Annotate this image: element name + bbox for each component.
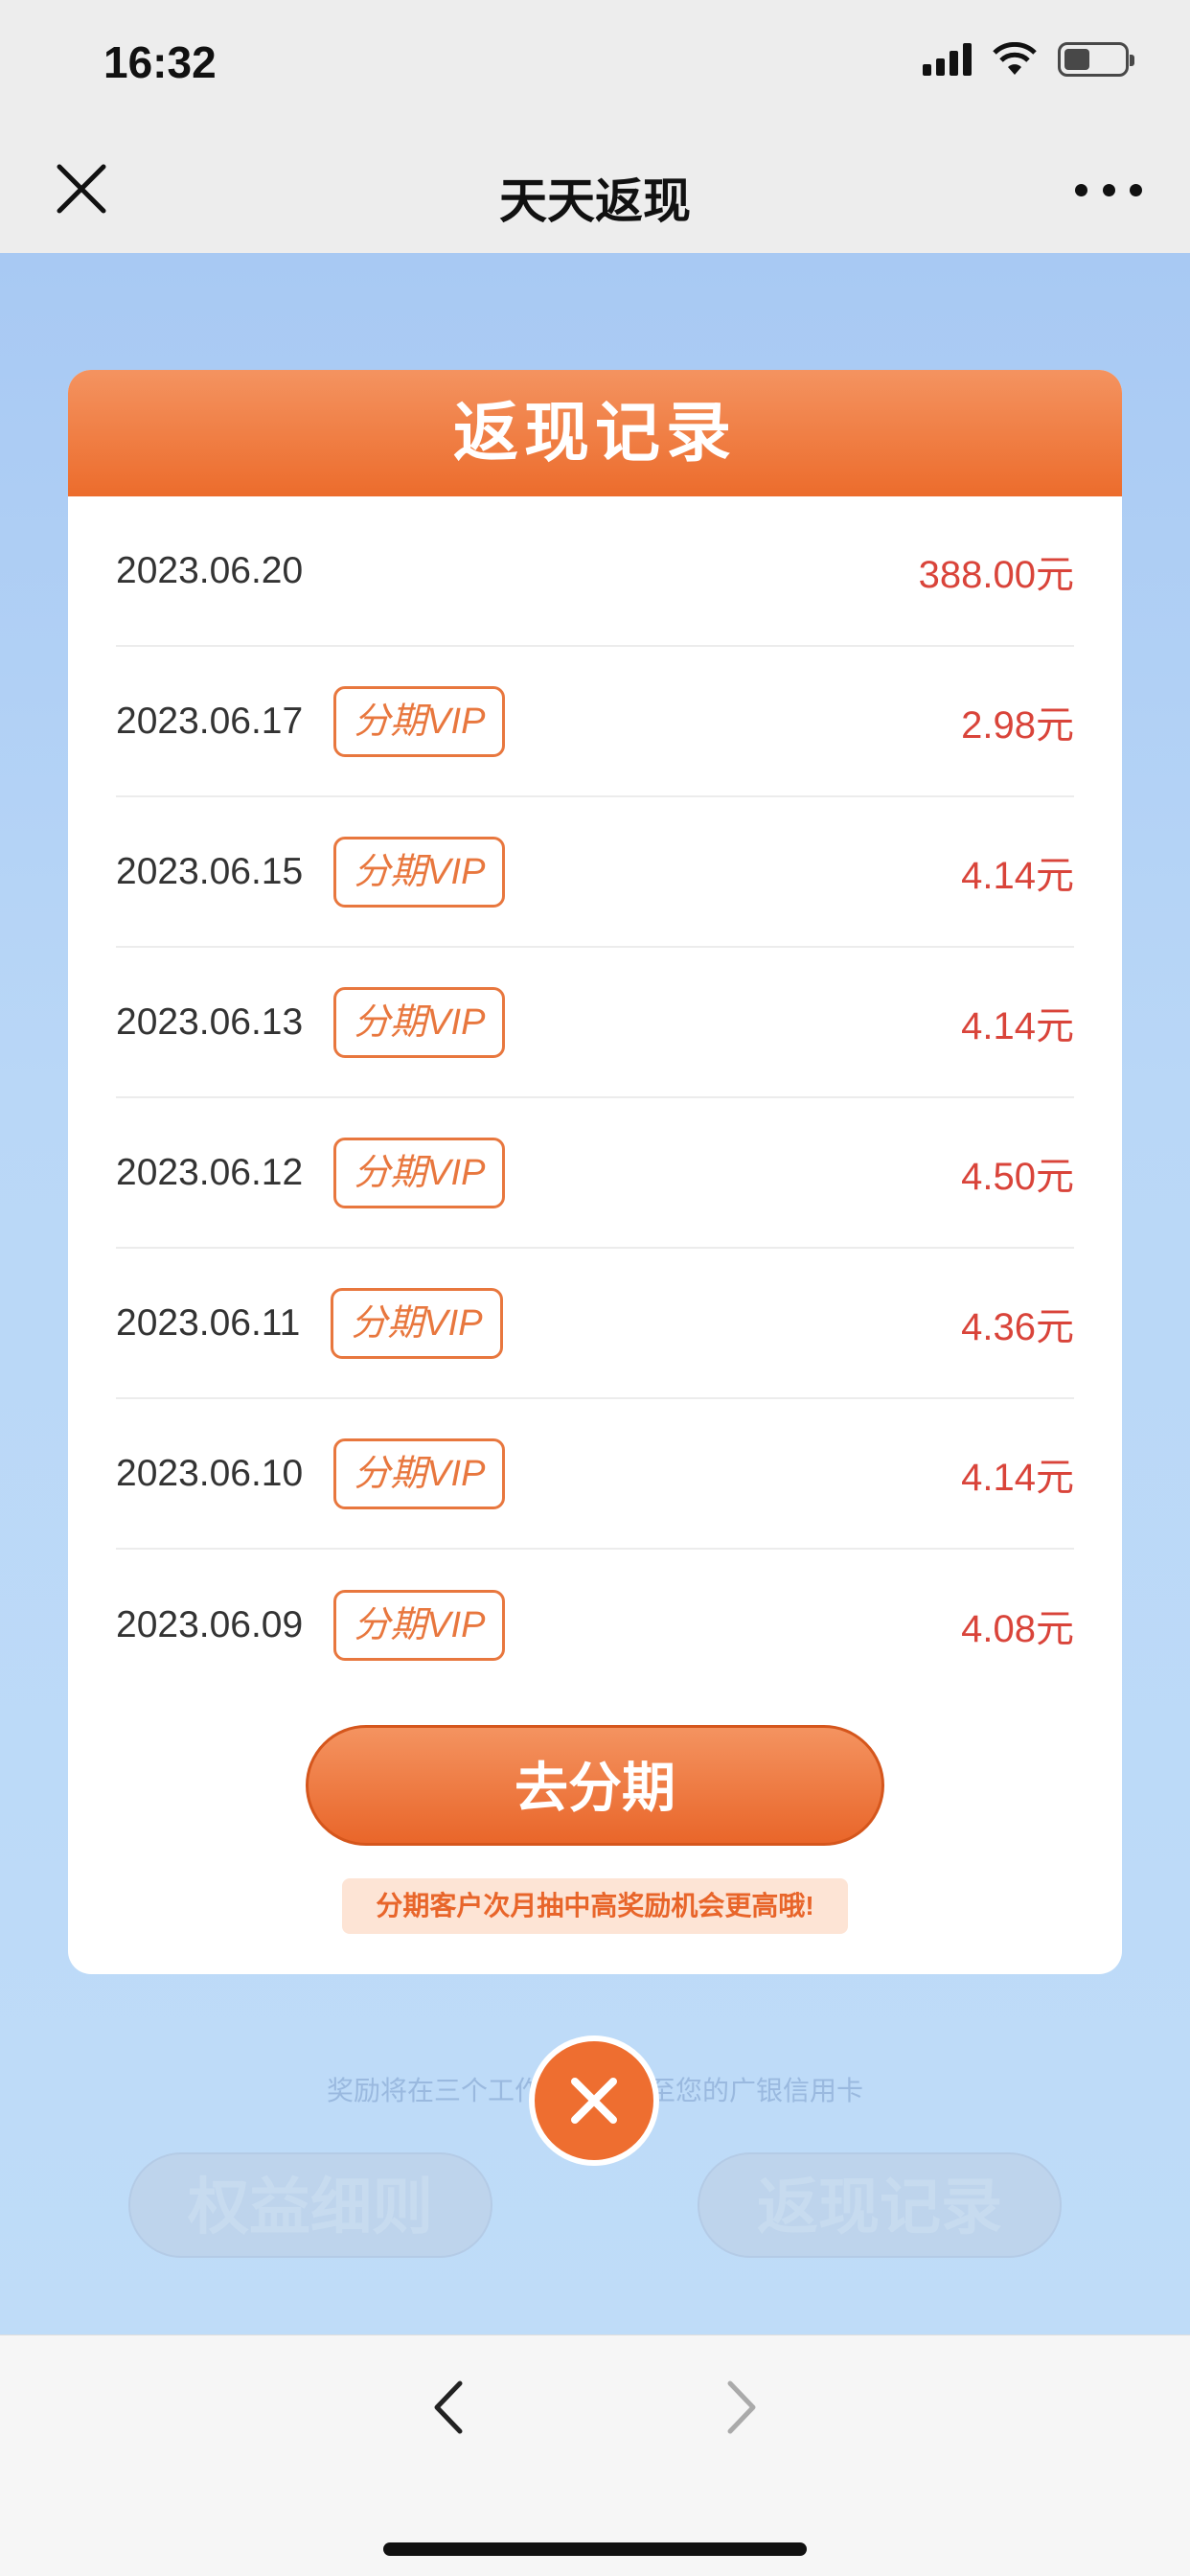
status-bar: 16:32 [0,0,1190,126]
record-amount: 4.50元 [961,1155,1074,1198]
go-installment-button[interactable]: 去分期 [306,1725,884,1846]
vip-tag: 分期VIP [333,1137,506,1208]
record-date: 2023.06.20 [116,549,304,591]
record-date: 2023.06.15 [116,850,304,892]
vip-tag: 分期VIP [331,1287,503,1359]
more-icon[interactable] [1075,172,1142,207]
record-date: 2023.06.17 [116,700,304,742]
record-row: 2023.06.12 分期VIP 4.50元 [116,1098,1074,1249]
dialog-title: 返现记录 [68,370,1122,496]
record-date: 2023.06.09 [116,1603,304,1645]
status-icons [923,42,1134,77]
vip-tag: 分期VIP [333,836,506,908]
browser-toolbar [0,2334,1190,2576]
record-row: 2023.06.09 分期VIP 4.08元 [116,1550,1074,1700]
record-amount: 4.36元 [961,1305,1074,1348]
signal-icon [923,43,972,76]
back-icon[interactable] [422,2374,479,2441]
record-row: 2023.06.11 分期VIP 4.36元 [116,1249,1074,1399]
record-date: 2023.06.12 [116,1151,304,1193]
records-list: 2023.06.20 388.00元 2023.06.17 分期VIP 2.98… [68,496,1122,1700]
battery-icon [1058,42,1134,77]
record-date: 2023.06.13 [116,1000,304,1043]
installment-hint: 分期客户次月抽中高奖励机会更高哦! [342,1878,848,1934]
record-date: 2023.06.11 [116,1301,301,1344]
vip-tag: 分期VIP [333,1438,506,1509]
record-date: 2023.06.10 [116,1452,304,1494]
record-amount: 4.14元 [961,1456,1074,1499]
rules-button: 权益细则 [128,2152,492,2258]
record-row: 2023.06.20 388.00元 [116,496,1074,647]
dialog-close-button[interactable] [529,2036,659,2166]
record-row: 2023.06.10 分期VIP 4.14元 [116,1399,1074,1550]
vip-tag: 分期VIP [333,986,506,1058]
record-row: 2023.06.13 分期VIP 4.14元 [116,948,1074,1098]
record-amount: 4.14元 [961,854,1074,897]
cashback-records-dialog: 返现记录 2023.06.20 388.00元 2023.06.17 分期VIP… [68,370,1122,1974]
record-row: 2023.06.17 分期VIP 2.98元 [116,647,1074,797]
wifi-icon [993,42,1037,75]
status-time: 16:32 [103,37,217,87]
record-row: 2023.06.15 分期VIP 4.14元 [116,797,1074,948]
record-amount: 388.00元 [918,553,1074,596]
forward-icon[interactable] [711,2374,768,2441]
close-icon [571,2078,617,2124]
records-button: 返现记录 [698,2152,1062,2258]
record-amount: 4.14元 [961,1004,1074,1047]
nav-bar: 天天返现 [0,126,1190,253]
record-amount: 4.08元 [961,1607,1074,1650]
vip-tag: 分期VIP [333,1589,506,1661]
page-title: 天天返现 [499,174,691,228]
record-amount: 2.98元 [961,703,1074,747]
vip-tag: 分期VIP [333,685,506,757]
home-indicator[interactable] [383,2542,807,2556]
